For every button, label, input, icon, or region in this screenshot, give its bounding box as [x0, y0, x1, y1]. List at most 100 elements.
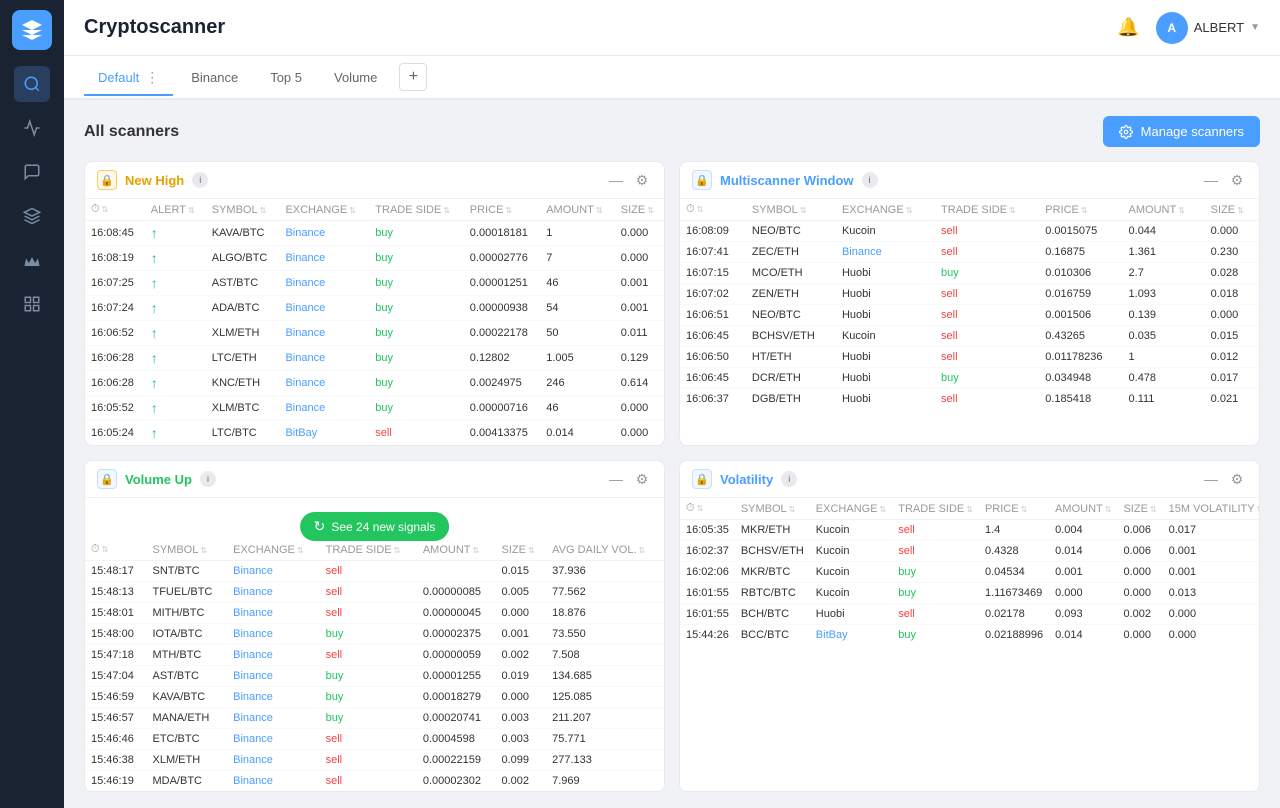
- tab-binance[interactable]: Binance: [177, 62, 252, 95]
- exchange-cell[interactable]: Binance: [227, 645, 319, 666]
- time-cell: 16:08:19: [85, 246, 145, 271]
- exchange-link[interactable]: Binance: [233, 649, 273, 661]
- tab-volume[interactable]: Volume: [320, 62, 391, 95]
- exchange-link[interactable]: Binance: [285, 302, 325, 314]
- scanner-volume-up-info[interactable]: i: [200, 471, 216, 487]
- user-menu[interactable]: A ALBERT ▼: [1156, 12, 1260, 44]
- symbol-cell: BCHSV/ETH: [746, 326, 836, 347]
- exchange-link[interactable]: Binance: [233, 712, 273, 724]
- scanner-volatility-minimize[interactable]: —: [1201, 469, 1221, 489]
- exchange-cell[interactable]: Huobi: [836, 347, 935, 368]
- exchange-link[interactable]: Binance: [285, 377, 325, 389]
- exchange-cell[interactable]: BitBay: [810, 625, 892, 646]
- exchange-cell[interactable]: Binance: [279, 396, 369, 421]
- exchange-cell[interactable]: Binance: [227, 750, 319, 771]
- exchange-cell[interactable]: Kucoin: [836, 326, 935, 347]
- exchange-cell[interactable]: Binance: [279, 246, 369, 271]
- th-symbol: SYMBOL⇅: [146, 539, 227, 561]
- exchange-cell[interactable]: Huobi: [836, 263, 935, 284]
- exchange-cell[interactable]: Binance: [227, 708, 319, 729]
- th-size: SIZE⇅: [615, 199, 664, 221]
- exchange-cell[interactable]: Binance: [279, 346, 369, 371]
- scanner-new-high-info[interactable]: i: [192, 172, 208, 188]
- exchange-cell[interactable]: Binance: [279, 221, 369, 246]
- avg-daily-vol-cell: 7.508: [546, 645, 664, 666]
- exchange-cell[interactable]: Binance: [279, 321, 369, 346]
- manage-scanners-button[interactable]: Manage scanners: [1103, 116, 1260, 147]
- exchange-cell[interactable]: Binance: [227, 729, 319, 750]
- alert-cell: ↑: [145, 371, 206, 396]
- exchange-link[interactable]: Binance: [285, 327, 325, 339]
- exchange-link[interactable]: BitBay: [285, 427, 317, 439]
- tab-default-menu[interactable]: ⋮: [145, 69, 159, 86]
- sidebar-item-chart[interactable]: [14, 110, 50, 146]
- size-cell: 0.000: [1117, 562, 1162, 583]
- scanner-volume-up-minimize[interactable]: —: [606, 469, 626, 489]
- sort-icon: ⇅: [297, 546, 304, 555]
- exchange-cell[interactable]: Binance: [227, 561, 319, 582]
- exchange-link[interactable]: Binance: [285, 352, 325, 364]
- tab-default[interactable]: Default ⋮: [84, 61, 173, 96]
- scanner-volatility-info[interactable]: i: [781, 471, 797, 487]
- exchange-cell[interactable]: Binance: [227, 687, 319, 708]
- exchange-cell[interactable]: Binance: [227, 666, 319, 687]
- tab-top5[interactable]: Top 5: [256, 62, 316, 95]
- exchange-cell[interactable]: Kucoin: [810, 541, 892, 562]
- exchange-link[interactable]: Binance: [285, 277, 325, 289]
- scanner-new-high-minimize[interactable]: —: [606, 170, 626, 190]
- sidebar-item-scanner[interactable]: [14, 66, 50, 102]
- exchange-link[interactable]: Binance: [233, 586, 273, 598]
- sidebar-item-grid[interactable]: [14, 286, 50, 322]
- exchange-cell[interactable]: Binance: [227, 771, 319, 792]
- exchange-cell[interactable]: Huobi: [810, 604, 892, 625]
- exchange-link[interactable]: Binance: [233, 754, 273, 766]
- exchange-link[interactable]: Binance: [285, 227, 325, 239]
- exchange-cell[interactable]: Kucoin: [810, 520, 892, 541]
- sidebar-item-crown[interactable]: [14, 242, 50, 278]
- exchange-cell[interactable]: Huobi: [836, 389, 935, 410]
- exchange-link[interactable]: Binance: [842, 246, 882, 258]
- exchange-cell[interactable]: Binance: [227, 624, 319, 645]
- scanner-volume-up-settings[interactable]: ⚙: [632, 469, 652, 489]
- time-cell: 15:46:19: [85, 771, 146, 792]
- exchange-link[interactable]: Binance: [233, 775, 273, 787]
- exchange-cell[interactable]: Binance: [279, 296, 369, 321]
- exchange-cell[interactable]: BitBay: [279, 421, 369, 446]
- exchange-cell[interactable]: Binance: [227, 582, 319, 603]
- scanner-multiscanner-settings[interactable]: ⚙: [1227, 170, 1247, 190]
- exchange-link[interactable]: Binance: [285, 252, 325, 264]
- exchange-cell[interactable]: Kucoin: [836, 221, 935, 242]
- exchange-cell[interactable]: Binance: [279, 371, 369, 396]
- exchange-link[interactable]: Binance: [233, 691, 273, 703]
- exchange-link[interactable]: Binance: [233, 565, 273, 577]
- direction-up-icon: ↑: [151, 400, 158, 416]
- exchange-link[interactable]: BitBay: [816, 629, 848, 641]
- exchange-cell[interactable]: Huobi: [836, 305, 935, 326]
- scanner-volume-up-lock: 🔒: [97, 469, 117, 489]
- exchange-cell[interactable]: Kucoin: [810, 583, 892, 604]
- exchange-link[interactable]: Binance: [233, 628, 273, 640]
- scanner-new-high-settings[interactable]: ⚙: [632, 170, 652, 190]
- exchange-link[interactable]: Binance: [233, 607, 273, 619]
- exchange-cell[interactable]: Binance: [279, 271, 369, 296]
- app-logo[interactable]: [12, 10, 52, 50]
- exchange-cell[interactable]: Huobi: [836, 284, 935, 305]
- exchange-cell[interactable]: Huobi: [836, 368, 935, 389]
- trade-side-sell: sell: [941, 309, 958, 321]
- add-tab-button[interactable]: +: [399, 63, 427, 91]
- new-signals-banner[interactable]: ↻ See 24 new signals: [300, 512, 450, 541]
- exchange-cell[interactable]: Kucoin: [810, 562, 892, 583]
- scanner-volatility-settings[interactable]: ⚙: [1227, 469, 1247, 489]
- sort-icon: ⇅: [1237, 206, 1244, 215]
- exchange-cell[interactable]: Binance: [227, 603, 319, 624]
- exchange-link[interactable]: Binance: [233, 733, 273, 745]
- exchange-link[interactable]: Binance: [285, 402, 325, 414]
- exchange-cell[interactable]: Binance: [836, 242, 935, 263]
- exchange-link[interactable]: Binance: [233, 670, 273, 682]
- sidebar-item-messages[interactable]: [14, 154, 50, 190]
- notifications-icon[interactable]: 🔔: [1117, 17, 1139, 38]
- trade-side-cell: sell: [935, 305, 1039, 326]
- scanner-multiscanner-minimize[interactable]: —: [1201, 170, 1221, 190]
- scanner-multiscanner-info[interactable]: i: [862, 172, 878, 188]
- sidebar-item-portfolio[interactable]: [14, 198, 50, 234]
